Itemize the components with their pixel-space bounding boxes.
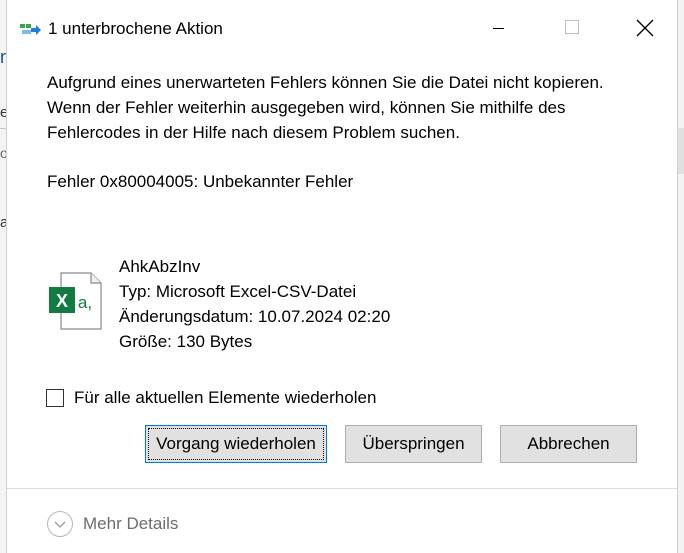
message-line: Wenn der Fehler weiterhin ausgegeben wir…	[47, 98, 566, 117]
repeat-for-all-checkbox[interactable]	[46, 389, 64, 407]
file-info: AhkAbzInv Typ: Microsoft Excel-CSV-Datei…	[119, 254, 390, 354]
cancel-button-label: Abbrechen	[527, 434, 610, 453]
retry-button[interactable]: Vorgang wiederholen	[145, 425, 327, 463]
title-bar[interactable]: 1 unterbrochene Aktion	[7, 0, 677, 56]
focus-rectangle	[148, 428, 324, 460]
more-details-label[interactable]: Mehr Details	[83, 514, 178, 534]
skip-button-label: Überspringen	[362, 434, 465, 453]
file-name: AhkAbzInv	[119, 257, 201, 276]
close-button[interactable]	[627, 14, 663, 42]
message-line: Fehlercodes in der Hilfe nach diesem Pro…	[47, 123, 460, 142]
footer-divider	[7, 488, 677, 489]
svg-text:a,: a,	[78, 293, 92, 312]
error-code: Fehler 0x80004005: Unbekannter Fehler	[47, 172, 354, 191]
minimize-button[interactable]	[483, 18, 519, 38]
copy-files-icon	[20, 24, 41, 35]
message-line: Aufgrund eines unerwarteten Fehlers könn…	[47, 73, 604, 92]
cancel-button[interactable]: Abbrechen	[500, 425, 637, 463]
file-modified-date: Änderungsdatum: 10.07.2024 02:20	[119, 307, 391, 326]
interrupted-action-dialog: 1 unterbrochene Aktion Aufgrund eines un…	[6, 0, 678, 553]
skip-button[interactable]: Überspringen	[345, 425, 482, 463]
chevron-down-circle-icon[interactable]	[47, 511, 73, 537]
error-message: Aufgrund eines unerwarteten Fehlers könn…	[47, 70, 647, 145]
repeat-for-all-row[interactable]: Für alle aktuellen Elemente wiederholen	[46, 386, 376, 410]
maximize-button	[555, 18, 591, 38]
dialog-title: 1 unterbrochene Aktion	[48, 19, 223, 38]
background-scrollbar	[678, 128, 684, 174]
chevron-down-icon	[54, 521, 66, 528]
file-type: Typ: Microsoft Excel-CSV-Datei	[119, 282, 357, 301]
excel-csv-file-icon: X a,	[49, 272, 102, 330]
background-window-right	[678, 0, 684, 553]
repeat-for-all-label[interactable]: Für alle aktuellen Elemente wiederholen	[74, 388, 376, 408]
svg-text:X: X	[56, 291, 68, 311]
file-size: Größe: 130 Bytes	[119, 332, 253, 351]
more-details-toggle[interactable]: Mehr Details	[47, 510, 178, 538]
close-icon	[636, 19, 654, 37]
